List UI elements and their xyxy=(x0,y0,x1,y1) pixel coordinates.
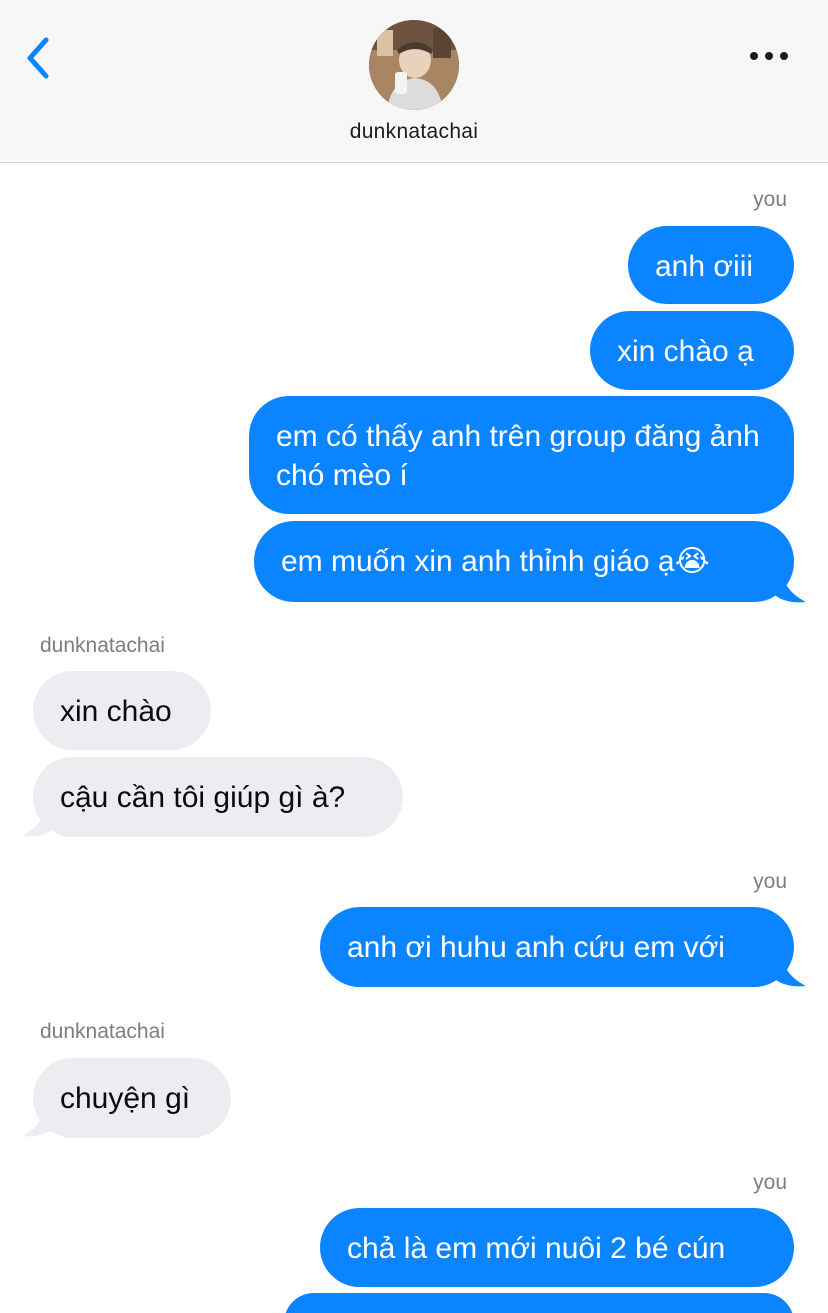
outgoing-message[interactable]: chả là em mới nuôi 2 bé cún xyxy=(320,1208,794,1287)
ellipsis-icon xyxy=(750,52,788,60)
sender-label-you: you xyxy=(753,1171,787,1194)
sender-label-contact: dunknatachai xyxy=(40,1020,165,1043)
sender-label-you: you xyxy=(753,188,787,211)
sender-label-contact: dunknatachai xyxy=(40,634,165,657)
chevron-left-icon xyxy=(27,37,49,79)
outgoing-message[interactable]: em muốn xin anh thỉnh giáo ạ😭 xyxy=(254,521,794,602)
incoming-message[interactable]: xin chào xyxy=(33,671,211,750)
incoming-message[interactable]: cậu cần tôi giúp gì à? xyxy=(33,757,403,837)
outgoing-message-partial[interactable] xyxy=(284,1293,794,1313)
outgoing-message[interactable]: em có thấy anh trên group đăng ảnh chó m… xyxy=(249,396,794,514)
outgoing-message[interactable]: anh ơi huhu anh cứu em với xyxy=(320,907,794,987)
avatar[interactable] xyxy=(369,20,459,110)
more-options-button[interactable] xyxy=(744,40,794,72)
bubble-tail-incoming xyxy=(22,1108,52,1137)
outgoing-message[interactable]: anh ơiii xyxy=(628,226,794,304)
back-button[interactable] xyxy=(18,30,64,86)
avatar-photo xyxy=(369,20,459,110)
chat-screen: dunknatachai you anh ơiii xin chào ạ em … xyxy=(0,0,828,1313)
outgoing-message[interactable]: xin chào ạ xyxy=(590,311,794,390)
bubble-tail-outgoing xyxy=(776,958,806,987)
bubble-tail-incoming xyxy=(22,808,52,837)
sender-label-you: you xyxy=(753,870,787,893)
chat-header: dunknatachai xyxy=(0,0,828,163)
contact-name[interactable]: dunknatachai xyxy=(0,120,828,144)
incoming-message[interactable]: chuyện gì xyxy=(33,1058,231,1138)
bubble-tail-outgoing xyxy=(776,574,806,603)
